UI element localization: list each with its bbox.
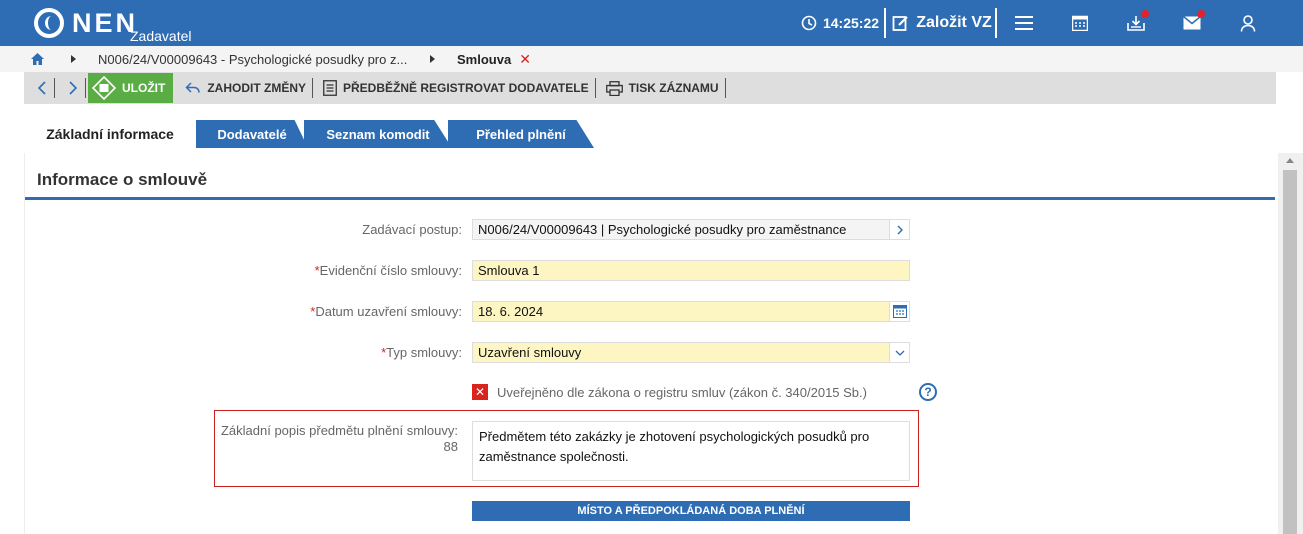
close-icon[interactable]: ✕	[519, 51, 531, 68]
messages-button[interactable]	[1164, 0, 1220, 46]
save-icon	[92, 76, 116, 100]
save-button[interactable]: ULOŽIT	[88, 73, 174, 103]
notification-dot	[1197, 10, 1205, 18]
breadcrumb-separator	[71, 46, 76, 72]
procedure-value: N006/24/V00009643 | Psychologické posudk…	[478, 222, 847, 237]
contract-date-label: *Datum uzavření smlouvy:	[140, 304, 462, 319]
breadcrumb-current-label: Smlouva	[457, 51, 512, 67]
create-vz-button[interactable]: Založit VZ	[888, 0, 996, 46]
panel-title-underline	[25, 197, 1275, 200]
notification-dot	[1141, 10, 1149, 18]
toolbar-divider	[85, 78, 86, 98]
scroll-up-arrow-icon[interactable]	[1286, 158, 1294, 163]
contract-type-select[interactable]: Uzavření smlouvy	[472, 342, 910, 363]
discard-changes-button[interactable]: ZAHODIT ZMĚNY	[179, 75, 312, 101]
help-icon[interactable]: ?	[919, 383, 937, 401]
breadcrumb: N006/24/V00009643 - Psychologické posudk…	[0, 46, 1303, 72]
procedure-field: N006/24/V00009643 | Psychologické posudk…	[472, 219, 910, 240]
calendar-icon	[1072, 15, 1088, 31]
hamburger-icon	[1015, 16, 1033, 30]
breadcrumb-home[interactable]	[31, 46, 44, 72]
chevron-down-icon	[895, 350, 904, 356]
tab-suppliers[interactable]: Dodavatelé	[196, 120, 308, 148]
contract-number-label: *Evidenční číslo smlouvy:	[140, 263, 462, 278]
tab-commodities[interactable]: Seznam komodit	[304, 120, 452, 148]
breadcrumb-item-contract[interactable]: Smlouva ✕	[457, 46, 531, 72]
printer-icon	[605, 80, 623, 96]
vertical-scrollbar[interactable]	[1278, 153, 1303, 534]
procedure-label: Zadávací postup:	[362, 222, 462, 237]
back-button[interactable]	[24, 75, 54, 101]
print-label: TISK ZÁZNAMU	[628, 81, 719, 95]
menu-button[interactable]	[996, 0, 1052, 46]
contract-number-label-text: Evidenční číslo smlouvy:	[319, 263, 462, 278]
date-picker-button[interactable]	[889, 302, 909, 321]
tab-fulfillment-overview[interactable]: Přehled plnění	[448, 120, 594, 148]
inbox-button[interactable]	[1108, 0, 1164, 46]
clock-time: 14:25:22	[822, 15, 880, 31]
published-checkbox[interactable]: ✕	[472, 384, 488, 400]
edit-icon	[892, 16, 908, 31]
tab-basic-info[interactable]: Základní informace	[24, 120, 196, 148]
print-record-button[interactable]: TISK ZÁZNAMU	[600, 75, 725, 101]
undo-icon	[185, 82, 201, 93]
chevron-right-icon	[897, 225, 903, 234]
contract-date-label-text: Datum uzavření smlouvy:	[315, 304, 462, 319]
chevron-left-icon	[38, 81, 46, 95]
description-label: Základní popis předmětu plnění smlouvy:	[220, 423, 458, 438]
preregister-label: PŘEDBĚŽNĚ REGISTROVAT DODAVATELE	[343, 81, 589, 95]
calendar-icon	[892, 305, 907, 318]
published-checkbox-label: Uveřejněno dle zákona o registru smluv (…	[497, 385, 867, 400]
contract-date-input[interactable]: 18. 6. 2024	[472, 301, 910, 322]
home-icon	[31, 53, 44, 65]
contract-type-label: *Typ smlouvy:	[140, 345, 462, 360]
forward-button[interactable]	[55, 75, 85, 101]
nen-logo-icon[interactable]	[34, 8, 64, 38]
logo-subtitle: Zadavatel	[130, 28, 192, 44]
calendar-button[interactable]	[1052, 0, 1108, 46]
place-and-time-button[interactable]: MÍSTO A PŘEDPOKLÁDANÁ DOBA PLNĚNÍ	[472, 501, 910, 521]
session-clock: 14:25:22	[798, 0, 882, 46]
breadcrumb-separator	[430, 46, 435, 72]
contract-type-value: Uzavření smlouvy	[478, 345, 582, 360]
toolbar-divider	[312, 78, 313, 98]
contract-date-value: 18. 6. 2024	[478, 304, 544, 319]
breadcrumb-item-procedure[interactable]: N006/24/V00009643 - Psychologické posudk…	[98, 46, 407, 72]
header-divider	[884, 8, 886, 38]
preregister-supplier-button[interactable]: PŘEDBĚŽNĚ REGISTROVAT DODAVATELE	[317, 75, 595, 101]
save-label: ULOŽIT	[122, 81, 166, 95]
scrollbar-thumb[interactable]	[1283, 170, 1297, 534]
app-header: NEN Zadavatel 14:25:22 Založit VZ	[0, 0, 1303, 46]
panel-title: Informace o smlouvě	[37, 170, 208, 189]
description-char-count: 88	[443, 439, 458, 454]
user-icon	[1240, 14, 1256, 32]
logo-text[interactable]: NEN	[72, 8, 138, 39]
discard-label: ZAHODIT ZMĚNY	[207, 81, 306, 95]
description-textarea[interactable]: Předmětem této zakázky je zhotovení psyc…	[472, 421, 910, 481]
user-profile-button[interactable]	[1220, 0, 1276, 46]
toolbar-divider	[594, 78, 596, 98]
contract-type-label-text: Typ smlouvy:	[386, 345, 462, 360]
dropdown-button[interactable]	[889, 343, 909, 362]
list-document-icon	[323, 80, 337, 96]
procedure-open-button[interactable]	[889, 220, 909, 239]
mail-icon	[1183, 16, 1201, 30]
toolbar-divider	[724, 78, 726, 98]
create-vz-label: Založit VZ	[916, 14, 992, 31]
contract-number-input[interactable]: Smlouva 1	[472, 260, 910, 281]
clock-icon	[801, 15, 817, 31]
action-toolbar: ULOŽIT ZAHODIT ZMĚNY PŘEDBĚŽNĚ REGISTROV…	[24, 72, 1276, 104]
chevron-right-icon	[69, 81, 77, 95]
